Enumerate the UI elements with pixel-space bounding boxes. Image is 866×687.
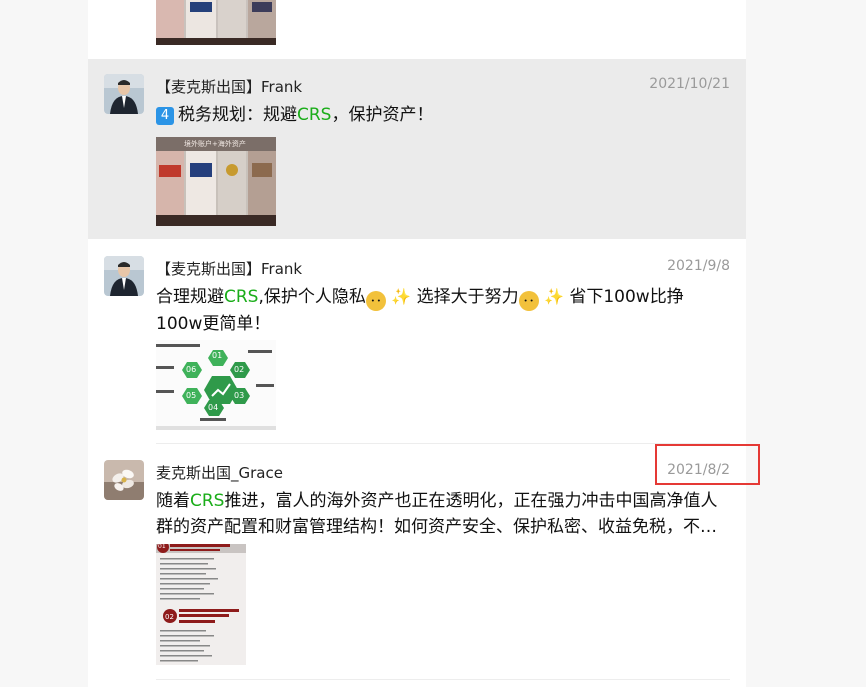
post-image[interactable]: 01 02: [156, 544, 246, 665]
doc-section-number: 01: [158, 544, 166, 550]
hex-label: 06: [186, 365, 197, 374]
doc-section-number: 02: [165, 613, 174, 621]
sparkles-icon: ✨: [544, 287, 564, 306]
post-date: 2021/9/8: [667, 258, 730, 274]
hex-label: 02: [234, 365, 245, 374]
post-text[interactable]: 合理规避CRS,保护个人隐私 ･･ ✨ 选择大于努力 ･･ ✨ 省下100w比挣10…: [156, 284, 730, 337]
hex-label: 04: [208, 403, 219, 412]
avatar[interactable]: [104, 74, 144, 114]
hex-label: 05: [186, 391, 197, 400]
avatar[interactable]: [104, 460, 144, 500]
post-image-partial[interactable]: [156, 0, 276, 45]
moment-post[interactable]: 麦克斯出国_Grace 2021/8/2 随着CRS推进，富人的海外资产也正在透…: [88, 444, 746, 687]
sparkles-icon: ✨: [391, 287, 412, 306]
divider: [156, 679, 730, 680]
crs-highlight: CRS: [297, 105, 332, 125]
moment-post[interactable]: 【麦克斯出国】Frank 2021/10/21 4 税务规划：规避CRS，保护资产…: [88, 59, 746, 239]
moments-feed: 【麦克斯出国】Frank 2021/10/21 4 税务规划：规避CRS，保护资产…: [88, 0, 746, 687]
image-caption: 境外账户+海外资产: [184, 140, 246, 148]
post-text[interactable]: 4 税务规划：规避CRS，保护资产！: [156, 102, 730, 128]
moment-post[interactable]: 【麦克斯出国】Frank 2021/9/8 合理规避CRS,保护个人隐私 ･･ ✨…: [88, 240, 746, 444]
hex-label: 03: [234, 391, 245, 400]
post-author[interactable]: 【麦克斯出国】Frank: [156, 76, 302, 97]
crs-highlight: CRS: [190, 491, 225, 511]
post-author[interactable]: 麦克斯出国_Grace: [156, 462, 283, 483]
crs-highlight: CRS: [224, 287, 259, 307]
thinking-face-icon: ･･: [365, 291, 386, 311]
hex-label: 01: [212, 351, 223, 360]
post-text[interactable]: 随着CRS推进，富人的海外资产也正在透明化，正在强力冲击中国高净值人群的资产配置…: [156, 488, 730, 540]
post-date: 2021/10/21: [649, 76, 730, 92]
thinking-face-icon: ･･: [518, 291, 539, 311]
post-image[interactable]: 境外账户+海外资产: [156, 137, 276, 226]
post-image[interactable]: 01 02 03 04 05 06: [156, 340, 276, 430]
highlight-box: [655, 444, 760, 485]
avatar[interactable]: [104, 256, 144, 296]
post-author[interactable]: 【麦克斯出国】Frank: [156, 258, 302, 279]
keycap-4-icon: 4: [156, 107, 174, 125]
